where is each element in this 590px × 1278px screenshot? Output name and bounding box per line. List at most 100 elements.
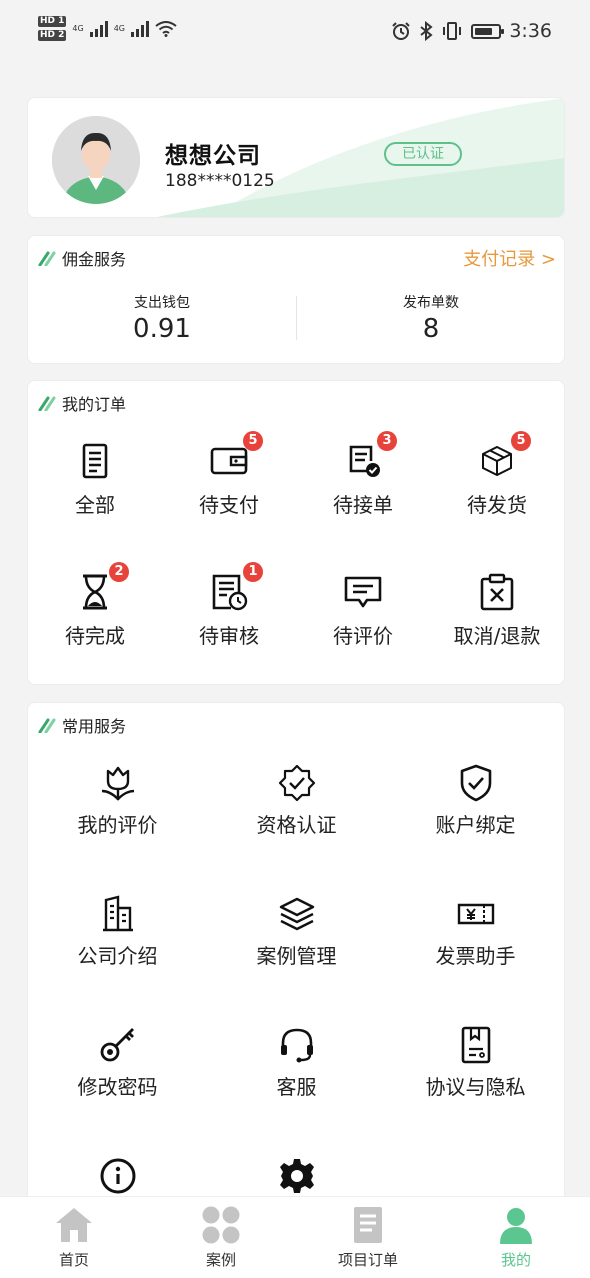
key-icon: [100, 1028, 134, 1062]
wallet-label: 支出钱包: [134, 295, 190, 311]
verified-badge: 已认证: [384, 142, 462, 166]
info-icon: [100, 1158, 135, 1194]
service-company-intro-label: 公司介绍: [77, 944, 158, 968]
badge: 1: [243, 562, 263, 582]
doc-check-icon: [349, 445, 380, 477]
grid-icon: [202, 1206, 240, 1244]
badge: 5: [511, 431, 531, 451]
section-mark-icon: [38, 396, 56, 411]
service-qualification-label: 资格认证: [256, 813, 337, 837]
home-icon: [56, 1208, 92, 1242]
order-pending-complete[interactable]: 2 待完成: [28, 562, 162, 649]
signal1-icon: [89, 20, 108, 37]
status-time: 3:36: [509, 20, 552, 42]
tab-cases[interactable]: 案例: [171, 1205, 271, 1270]
service-invoice-helper[interactable]: 发票助手: [386, 894, 565, 969]
wifi-icon: [155, 20, 177, 37]
order-pending-rating[interactable]: 待评价: [296, 572, 430, 649]
orders-card: 我的订单 全部 5 待支付 3 待接单 5 待发货 2 待完成 1 待审核 待评…: [27, 380, 565, 685]
wallet-value: 0.91: [133, 314, 191, 344]
order-pending-payment-label: 待支付: [199, 493, 259, 517]
payment-records-link[interactable]: 支付记录 >: [463, 245, 556, 271]
sim2-label: HD 2: [38, 30, 67, 41]
service-qualification[interactable]: 资格认证: [207, 763, 386, 838]
sim1-label: HD 1: [38, 16, 67, 27]
orders-header: 我的订单: [38, 391, 126, 415]
badge: 5: [243, 431, 263, 451]
order-all[interactable]: 全部: [28, 441, 162, 518]
clipboard-x-icon: [480, 573, 514, 611]
tab-home[interactable]: 首页: [24, 1205, 124, 1270]
section-mark-icon: [38, 251, 56, 266]
service-my-reviews[interactable]: 我的评价: [28, 763, 207, 838]
commission-title: 佣金服务: [62, 250, 127, 269]
orders-count-label: 发布单数: [403, 295, 459, 311]
layers-icon: [279, 897, 314, 931]
building-icon: [102, 895, 133, 932]
service-invoice-helper-label: 发票助手: [435, 944, 516, 968]
tab-mine[interactable]: 我的: [466, 1205, 566, 1270]
status-left: HD 1 HD 2 4G 4G: [38, 16, 177, 41]
user-icon: [500, 1208, 532, 1244]
doc-clock-icon: [212, 574, 248, 611]
vibrate-icon: [443, 22, 462, 40]
order-cancel-refund[interactable]: 取消/退款: [430, 572, 564, 649]
order-all-label: 全部: [75, 493, 115, 517]
service-change-password-label: 修改密码: [77, 1075, 158, 1099]
tab-mine-label: 我的: [500, 1251, 531, 1269]
section-mark-icon: [38, 718, 56, 733]
orders-count-value: 8: [422, 314, 440, 344]
invoice-icon: [457, 903, 494, 925]
agreement-icon: [461, 1026, 490, 1064]
order-pending-ship-label: 待发货: [467, 493, 527, 517]
wallet-stat[interactable]: 支出钱包 0.91: [28, 292, 296, 344]
order-pending-rating-label: 待评价: [333, 624, 393, 648]
orders-count-stat[interactable]: 发布单数 8: [297, 292, 565, 344]
service-company-intro[interactable]: 公司介绍: [28, 894, 207, 969]
orders-title: 我的订单: [62, 395, 127, 414]
net1-label: 4G: [72, 24, 84, 33]
comment-icon: [344, 576, 382, 608]
phone-number: 188****0125: [165, 171, 275, 191]
order-pending-payment[interactable]: 5 待支付: [162, 431, 296, 518]
box-icon: [482, 445, 512, 477]
service-customer-support-label: 客服: [276, 1075, 317, 1099]
services-card: 常用服务 我的评价 资格认证 账户绑定 公司介绍 案例管理 发票助手 修改密码 …: [27, 702, 565, 1222]
tulip-icon: [101, 766, 134, 801]
commission-header: 佣金服务: [38, 246, 126, 270]
net2-label: 4G: [113, 24, 125, 33]
service-account-binding[interactable]: 账户绑定: [386, 763, 565, 838]
profile-card[interactable]: 想想公司 188****0125 已认证: [27, 97, 565, 218]
tab-home-label: 首页: [58, 1251, 89, 1269]
order-pending-accept[interactable]: 3 待接单: [296, 431, 430, 518]
wallet-icon: [210, 447, 248, 475]
order-pending-complete-label: 待完成: [65, 624, 125, 648]
alarm-icon: [392, 22, 411, 40]
headset-icon: [280, 1028, 313, 1063]
avatar[interactable]: [52, 116, 140, 204]
service-account-binding-label: 账户绑定: [435, 813, 516, 837]
order-pending-review[interactable]: 1 待审核: [162, 562, 296, 649]
service-customer-support[interactable]: 客服: [207, 1025, 386, 1100]
badge: 2: [109, 562, 129, 582]
badge: 3: [377, 431, 397, 451]
service-my-reviews-label: 我的评价: [77, 813, 158, 837]
tab-project-orders[interactable]: 项目订单: [318, 1205, 418, 1270]
battery-icon: [471, 23, 505, 39]
shield-check-icon: [460, 764, 491, 802]
status-right: 3:36: [391, 20, 552, 42]
commission-card: 佣金服务 支付记录 > 支出钱包 0.91 发布单数 8: [27, 235, 565, 364]
service-agreement-privacy[interactable]: 协议与隐私: [386, 1025, 565, 1100]
order-pending-ship[interactable]: 5 待发货: [430, 431, 564, 518]
badge-check-icon: [278, 764, 315, 802]
order-pending-accept-label: 待接单: [333, 493, 393, 517]
order-pending-review-label: 待审核: [199, 624, 259, 648]
services-header: 常用服务: [38, 713, 126, 737]
service-case-management[interactable]: 案例管理: [207, 894, 386, 969]
order-doc-icon: [354, 1207, 382, 1243]
tab-cases-label: 案例: [205, 1251, 236, 1269]
company-name: 想想公司: [165, 143, 261, 169]
signal2-icon: [131, 20, 149, 37]
service-change-password[interactable]: 修改密码: [28, 1025, 207, 1100]
document-list-icon: [82, 443, 108, 479]
